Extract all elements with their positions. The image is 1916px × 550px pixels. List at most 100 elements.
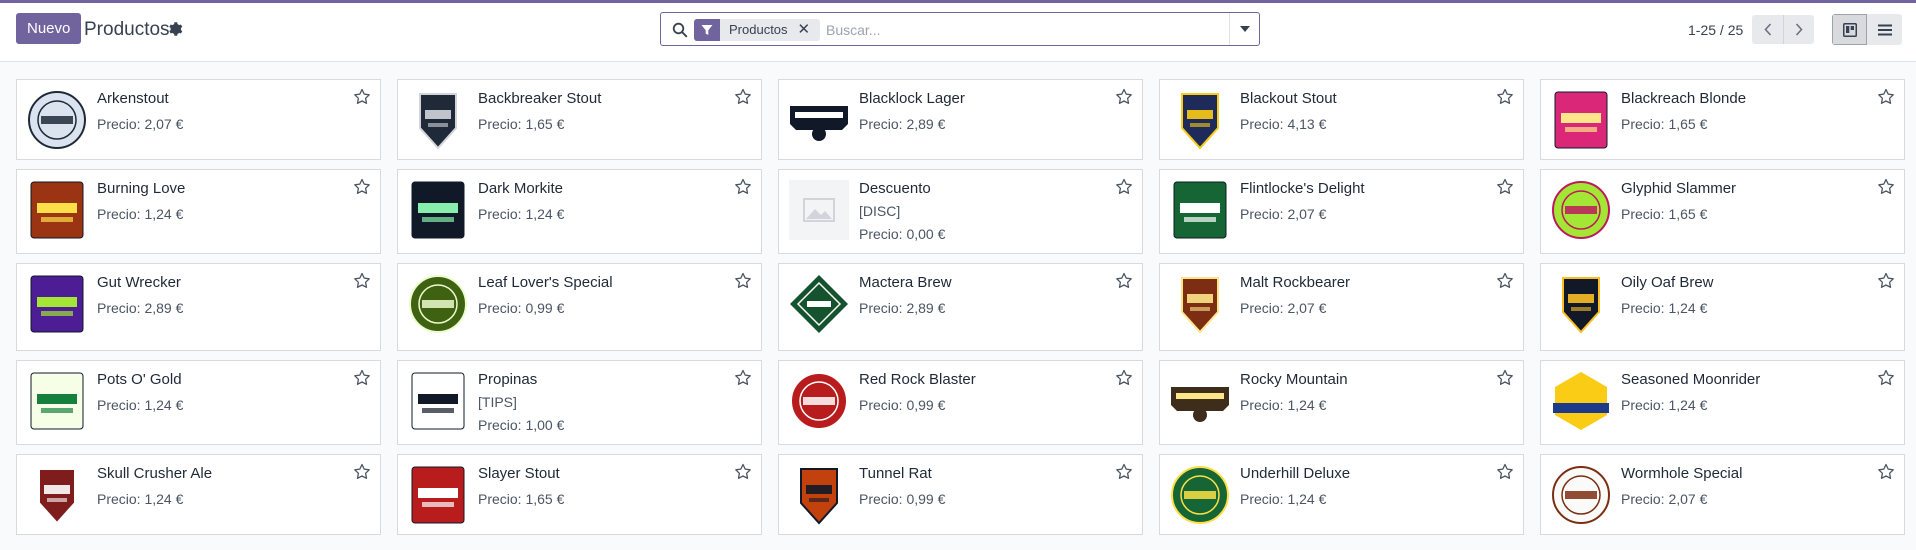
star-icon[interactable] xyxy=(1115,272,1133,290)
star-icon[interactable] xyxy=(1115,88,1133,106)
beer-label-icon xyxy=(1171,387,1229,422)
search-icon xyxy=(672,22,688,38)
star-icon[interactable] xyxy=(1496,463,1514,481)
product-info: Seasoned Moonrider Precio: 1,24 € xyxy=(1621,370,1760,414)
product-card[interactable]: Slayer Stout Precio: 1,65 € xyxy=(397,454,762,535)
product-info: Oily Oaf Brew Precio: 1,24 € xyxy=(1621,273,1714,317)
star-icon[interactable] xyxy=(734,272,752,290)
product-image xyxy=(406,369,470,433)
beer-label-icon xyxy=(30,275,84,333)
product-info: Arkenstout Precio: 2,07 € xyxy=(97,89,183,133)
star-icon[interactable] xyxy=(1115,463,1133,481)
product-info: Mactera Brew Precio: 2,89 € xyxy=(859,273,952,317)
product-info: Rocky Mountain Precio: 1,24 € xyxy=(1240,370,1348,414)
star-icon[interactable] xyxy=(353,178,371,196)
list-view-button[interactable] xyxy=(1867,14,1902,45)
star-icon[interactable] xyxy=(353,88,371,106)
beer-label-icon xyxy=(411,466,465,524)
product-card[interactable]: Leaf Lover's Special Precio: 0,99 € xyxy=(397,263,762,351)
product-card[interactable]: Oily Oaf Brew Precio: 1,24 € xyxy=(1540,263,1905,351)
caret-down-icon xyxy=(1239,26,1250,32)
beer-label-icon xyxy=(30,181,84,239)
product-card[interactable]: Backbreaker Stout Precio: 1,65 € xyxy=(397,79,762,160)
star-icon[interactable] xyxy=(1877,272,1895,290)
star-icon[interactable] xyxy=(1877,178,1895,196)
star-icon[interactable] xyxy=(1115,369,1133,387)
product-card[interactable]: Flintlocke's Delight Precio: 2,07 € xyxy=(1159,169,1524,254)
product-card[interactable]: Blackreach Blonde Precio: 1,65 € xyxy=(1540,79,1905,160)
star-icon[interactable] xyxy=(1496,369,1514,387)
beer-label-icon xyxy=(1554,91,1608,149)
star-icon[interactable] xyxy=(734,463,752,481)
pager-previous-button[interactable] xyxy=(1752,15,1783,44)
product-card[interactable]: Wormhole Special Precio: 2,07 € xyxy=(1540,454,1905,535)
star-icon[interactable] xyxy=(1877,369,1895,387)
new-button[interactable]: Nuevo xyxy=(16,13,82,44)
product-card[interactable]: Red Rock Blaster Precio: 0,99 € xyxy=(778,360,1143,445)
product-image xyxy=(25,272,89,336)
product-card[interactable]: Skull Crusher Ale Precio: 1,24 € xyxy=(16,454,381,535)
product-card[interactable]: Burning Love Precio: 1,24 € xyxy=(16,169,381,254)
beer-label-icon xyxy=(411,372,465,430)
product-image xyxy=(25,88,89,152)
product-card[interactable]: Arkenstout Precio: 2,07 € xyxy=(16,79,381,160)
beer-label-icon xyxy=(1562,277,1600,334)
product-price: Precio: 1,24 € xyxy=(1240,491,1327,507)
star-icon[interactable] xyxy=(1496,178,1514,196)
product-price: Precio: 1,00 € xyxy=(478,417,565,433)
product-price: Precio: 2,89 € xyxy=(859,116,946,132)
product-price: Precio: 0,00 € xyxy=(859,226,946,242)
product-card[interactable]: Pots O' Gold Precio: 1,24 € xyxy=(16,360,381,445)
product-image xyxy=(1168,88,1232,152)
product-card[interactable]: Malt Rockbearer Precio: 2,07 € xyxy=(1159,263,1524,351)
product-image xyxy=(1549,178,1613,242)
star-icon[interactable] xyxy=(1877,88,1895,106)
star-icon[interactable] xyxy=(1496,88,1514,106)
star-icon[interactable] xyxy=(1115,178,1133,196)
product-info: Blacklock Lager Precio: 2,89 € xyxy=(859,89,965,133)
star-icon[interactable] xyxy=(353,369,371,387)
product-card[interactable]: Glyphid Slammer Precio: 1,65 € xyxy=(1540,169,1905,254)
product-card[interactable]: Propinas [TIPS] Precio: 1,00 € xyxy=(397,360,762,445)
product-card[interactable]: Rocky Mountain Precio: 1,24 € xyxy=(1159,360,1524,445)
gear-icon[interactable] xyxy=(167,21,183,37)
product-name: Dark Morkite xyxy=(478,180,564,197)
product-price: Precio: 1,24 € xyxy=(97,491,184,507)
star-icon[interactable] xyxy=(734,178,752,196)
product-price: Precio: 1,65 € xyxy=(478,491,565,507)
product-name: Malt Rockbearer xyxy=(1240,274,1351,291)
beer-label-icon xyxy=(28,91,86,149)
product-price: Precio: 1,24 € xyxy=(478,206,565,222)
product-price: Precio: 0,99 € xyxy=(859,397,946,413)
star-icon[interactable] xyxy=(353,463,371,481)
product-image xyxy=(1549,88,1613,152)
product-info: Tunnel Rat Precio: 0,99 € xyxy=(859,464,945,508)
product-card[interactable]: Blacklock Lager Precio: 2,89 € xyxy=(778,79,1143,160)
pager-value[interactable]: 1-25 / 25 xyxy=(1688,22,1743,38)
product-card[interactable]: Dark Morkite Precio: 1,24 € xyxy=(397,169,762,254)
search-input[interactable] xyxy=(826,18,1206,42)
product-card[interactable]: Blackout Stout Precio: 4,13 € xyxy=(1159,79,1524,160)
product-card[interactable]: Descuento [DISC] Precio: 0,00 € xyxy=(778,169,1143,254)
product-card[interactable]: Underhill Deluxe Precio: 1,24 € xyxy=(1159,454,1524,535)
star-icon[interactable] xyxy=(1877,463,1895,481)
beer-label-icon xyxy=(790,372,848,430)
product-price: Precio: 1,24 € xyxy=(1621,300,1708,316)
product-card[interactable]: Seasoned Moonrider Precio: 1,24 € xyxy=(1540,360,1905,445)
kanban-view-button[interactable] xyxy=(1832,14,1867,45)
pager-next-button[interactable] xyxy=(1783,15,1814,44)
close-icon[interactable]: ✕ xyxy=(796,19,821,41)
beer-label-icon xyxy=(38,468,76,525)
star-icon[interactable] xyxy=(734,88,752,106)
star-icon[interactable] xyxy=(734,369,752,387)
product-card[interactable]: Tunnel Rat Precio: 0,99 € xyxy=(778,454,1143,535)
product-price: Precio: 2,07 € xyxy=(1240,206,1327,222)
star-icon[interactable] xyxy=(1496,272,1514,290)
product-card[interactable]: Mactera Brew Precio: 2,89 € xyxy=(778,263,1143,351)
product-info: Skull Crusher Ale Precio: 1,24 € xyxy=(97,464,212,508)
star-icon[interactable] xyxy=(353,272,371,290)
product-image xyxy=(1549,463,1613,527)
search-options-toggle[interactable] xyxy=(1229,13,1259,45)
product-info: Blackreach Blonde Precio: 1,65 € xyxy=(1621,89,1746,133)
product-card[interactable]: Gut Wrecker Precio: 2,89 € xyxy=(16,263,381,351)
